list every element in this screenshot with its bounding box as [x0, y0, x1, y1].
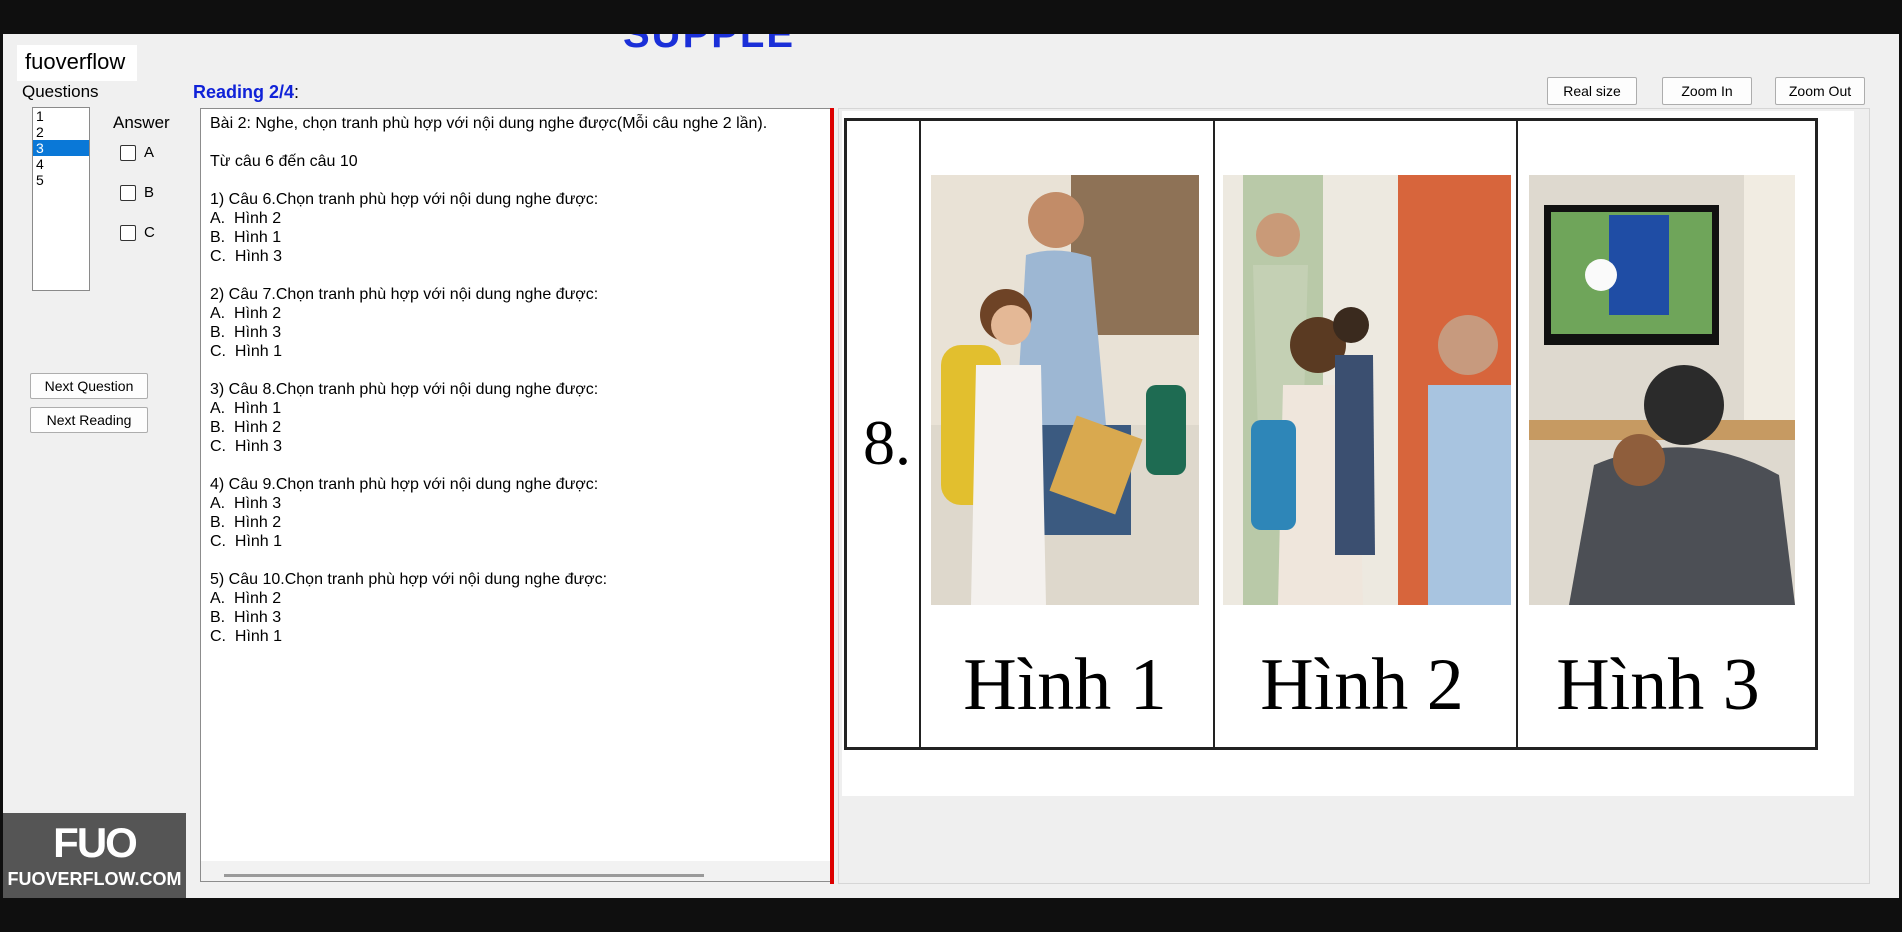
- checkbox-icon[interactable]: [120, 224, 136, 241]
- reading-title-text: Reading 2/4: [193, 82, 295, 102]
- zoom-in-button[interactable]: Zoom In: [1662, 77, 1752, 105]
- question-item-selected[interactable]: 3: [33, 140, 89, 156]
- question-item[interactable]: 1: [33, 108, 89, 124]
- reading-text-panel[interactable]: Bài 2: Nghe, chọn tranh phù hợp với nội …: [200, 108, 830, 882]
- question-number: 8.: [863, 407, 911, 478]
- bottom-border: [0, 898, 1902, 932]
- real-size-button[interactable]: Real size: [1547, 77, 1637, 105]
- answer-option-label: A: [144, 144, 155, 161]
- zoom-out-button[interactable]: Zoom Out: [1775, 77, 1865, 105]
- picture-3-father-and-son-watching-football: [1529, 175, 1795, 605]
- splitter[interactable]: [830, 108, 834, 884]
- answer-option-a[interactable]: A: [120, 144, 154, 161]
- scrollbar-thumb[interactable]: [224, 874, 704, 877]
- answer-option-b[interactable]: B: [120, 184, 154, 201]
- next-reading-button[interactable]: Next Reading: [30, 407, 148, 433]
- questions-list[interactable]: 1 2 3 4 5: [32, 107, 90, 291]
- answer-option-label: C: [144, 224, 155, 241]
- picture-1-father-reading-with-daughter: [931, 175, 1199, 605]
- checkbox-icon[interactable]: [120, 184, 136, 201]
- question-item[interactable]: 5: [33, 172, 89, 188]
- answer-option-c[interactable]: C: [120, 224, 155, 241]
- reading-text: Bài 2: Nghe, chọn tranh phù hợp với nội …: [210, 115, 768, 645]
- app-window: SUPPLE fuoverflow Questions 1 2 3 4 5 An…: [3, 34, 1899, 898]
- next-question-button[interactable]: Next Question: [30, 373, 148, 399]
- question-item[interactable]: 4: [33, 156, 89, 172]
- checkbox-icon[interactable]: [120, 144, 136, 161]
- brand-tag: fuoverflow: [17, 45, 138, 81]
- title-fragment: SUPPLE: [623, 34, 796, 56]
- picture-2-parents-with-children-at-door: [1223, 175, 1511, 605]
- answer-option-label: B: [144, 184, 155, 201]
- watermark-logo: FUO FUOVERFLOW.COM: [3, 813, 186, 898]
- picture-caption-1: Hình 1: [963, 644, 1167, 726]
- logo-site: FUOVERFLOW.COM: [7, 869, 182, 889]
- answer-label: Answer: [113, 113, 170, 132]
- table-divider: [1213, 121, 1215, 747]
- logo-text: FUO: [53, 819, 138, 866]
- question-image: 8. Hình 1 Hình 2 Hình 3: [842, 111, 1854, 796]
- image-table: 8. Hình 1 Hình 2 Hình 3: [844, 118, 1818, 750]
- reading-title-suffix: :: [294, 82, 300, 102]
- questions-label: Questions: [22, 82, 99, 101]
- reading-title: Reading 2/4:: [193, 82, 299, 103]
- question-item[interactable]: 2: [33, 124, 89, 140]
- picture-caption-3: Hình 3: [1556, 644, 1760, 726]
- horizontal-scrollbar[interactable]: [201, 861, 830, 881]
- picture-caption-2: Hình 2: [1260, 644, 1464, 726]
